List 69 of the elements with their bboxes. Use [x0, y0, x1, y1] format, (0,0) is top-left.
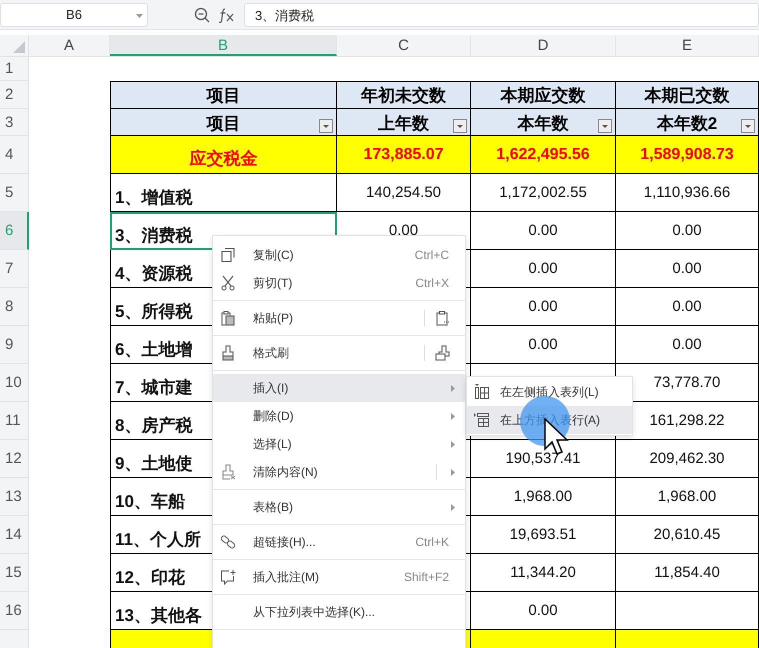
filter-dropdown-icon[interactable] [741, 119, 755, 133]
row-header[interactable]: 3 [0, 109, 29, 136]
row-header[interactable]: 12 [0, 440, 29, 478]
zoom-icon[interactable] [194, 6, 210, 22]
table-cell: 0.00 [616, 212, 759, 250]
row-header[interactable]: 2 [0, 81, 29, 109]
function-icon[interactable] [218, 6, 236, 22]
table-cell: 0.00 [616, 288, 759, 326]
comment-icon [220, 569, 236, 585]
table-cell: 19,693.51 [471, 516, 616, 554]
table-cell: 1,622,495.56 [471, 136, 616, 174]
table-cell-text: 本年数 [518, 112, 568, 134]
column-header[interactable]: C [337, 35, 471, 56]
row-header[interactable]: 13 [0, 478, 29, 516]
filter-dropdown-icon[interactable] [598, 119, 612, 133]
table-cell: 1,110,936.66 [616, 174, 759, 212]
copy-icon [220, 247, 236, 263]
row-header[interactable]: 5 [0, 174, 29, 212]
row-header[interactable]: 14 [0, 516, 29, 554]
link-icon [220, 534, 236, 550]
row-header[interactable]: 9 [0, 326, 29, 364]
row-header[interactable]: 10 [0, 364, 29, 402]
table-cell-text: 项目 [206, 112, 240, 134]
row-header[interactable]: 8 [0, 288, 29, 326]
table-cell: 20,610.45 [616, 516, 759, 554]
table-cell: 1,589,908.73 [616, 136, 759, 174]
column-header[interactable]: E [616, 35, 759, 56]
brush-icon [220, 345, 236, 361]
table-cell: 本期应交数 [471, 81, 616, 109]
table-cell: 0.00 [471, 288, 616, 326]
table-cell: 1,968.00 [616, 478, 759, 516]
table-cell: 173,885.07 [337, 136, 471, 174]
scissors-icon [220, 275, 236, 291]
table-cell: 0.00 [471, 326, 616, 364]
row-header[interactable]: 4 [0, 136, 29, 174]
table-cell: 本期已交数 [616, 81, 759, 109]
table-cell: 11,854.40 [616, 554, 759, 592]
table-cell: 1,172,002.55 [471, 174, 616, 212]
clipboard-icon[interactable] [435, 310, 451, 326]
caret-icon [136, 14, 143, 18]
column-header[interactable]: D [471, 35, 616, 56]
table-cell: 0.00 [471, 212, 616, 250]
table-cell: 209,462.30 [616, 440, 759, 478]
table-cell: 0.00 [471, 250, 616, 288]
row-header[interactable]: 1 [0, 57, 29, 81]
clipboard-icon [220, 310, 236, 326]
insert-column-icon [474, 384, 490, 400]
table-cell: 0.00 [616, 250, 759, 288]
table-cell: 项目 [110, 81, 337, 109]
formula-field[interactable]: 3、消费税 [244, 2, 759, 26]
table-cell: 1、增值税 [110, 174, 337, 212]
table-cell-text: 上年数 [378, 112, 429, 134]
row-header[interactable]: 16 [0, 592, 29, 630]
menu-item[interactable]: 插入(I) [213, 374, 465, 402]
brush-icon[interactable] [435, 345, 451, 361]
table-cell: 0.00 [616, 326, 759, 364]
table-cell: 1,968.00 [471, 478, 616, 516]
name-box[interactable]: B6 [0, 2, 148, 26]
filter-dropdown-icon[interactable] [319, 119, 333, 133]
row-header[interactable]: 11 [0, 402, 29, 440]
filter-dropdown-icon[interactable] [453, 119, 467, 133]
table-cell: 年初未交数 [337, 81, 471, 109]
table-cell-text: 本年数2 [656, 112, 718, 134]
row-header[interactable]: 7 [0, 250, 29, 288]
eraser-icon [220, 464, 236, 480]
table-cell: 140,254.50 [337, 174, 471, 212]
table-cell: 应交税金 [110, 136, 337, 174]
table-cell: 11,344.20 [471, 554, 616, 592]
row-header[interactable]: 15 [0, 554, 29, 592]
